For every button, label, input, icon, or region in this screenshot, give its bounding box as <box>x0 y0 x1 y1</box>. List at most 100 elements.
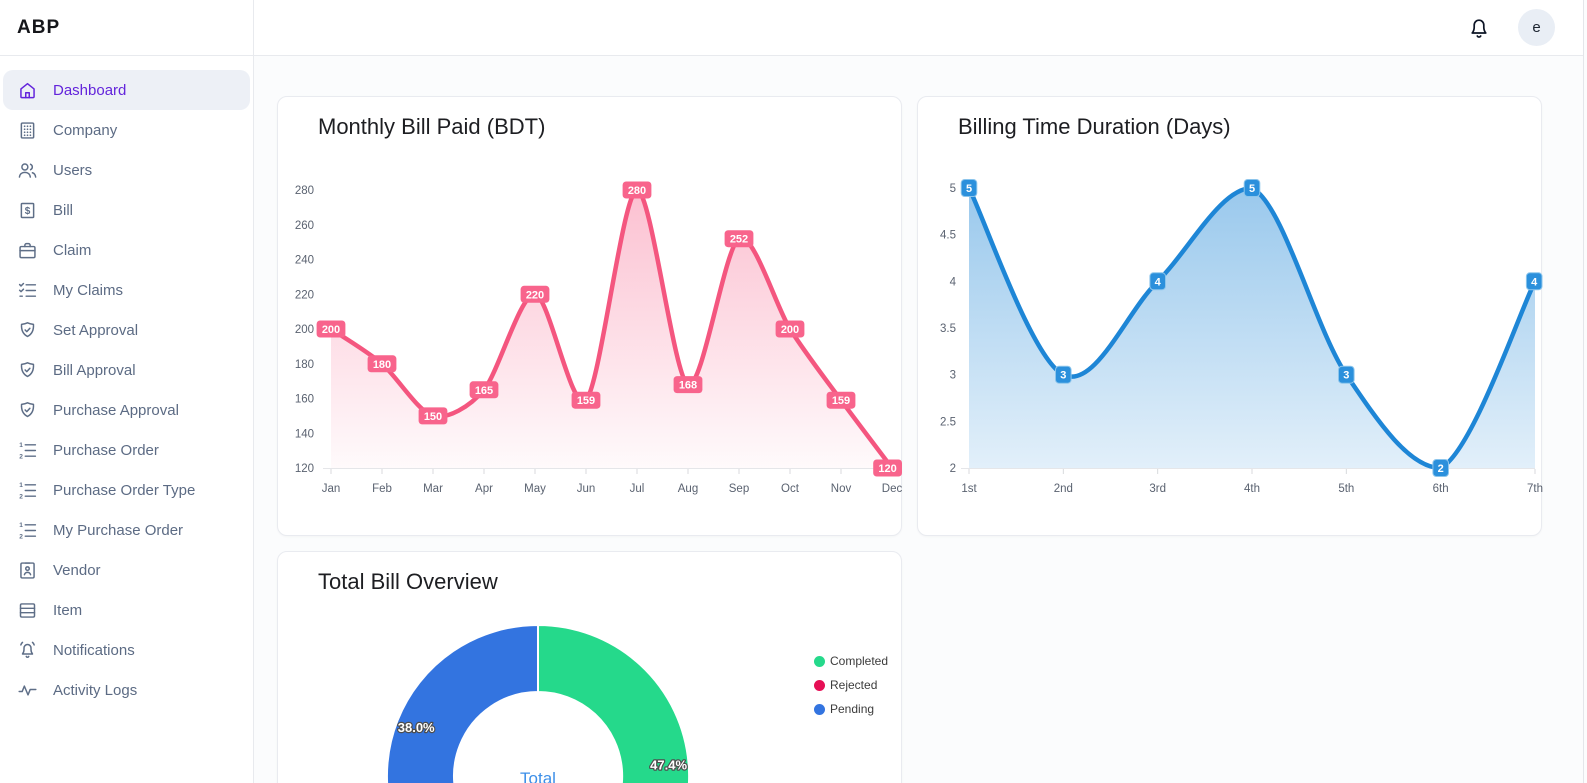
svg-text:Mar: Mar <box>423 483 443 495</box>
shield-check-icon <box>16 359 38 381</box>
card-billing-time: Billing Time Duration (Days) 22.533.544.… <box>917 96 1542 536</box>
billing-time-chart: 22.533.544.551st2nd3rd4th5th6th7th534532… <box>918 147 1543 512</box>
briefcase-icon <box>16 239 38 261</box>
sidebar-item-purchase-order-type[interactable]: 1 2 Purchase Order Type <box>3 470 250 510</box>
svg-text:Oct: Oct <box>781 483 800 495</box>
donut-legend: Completed Rejected Pending <box>814 655 888 715</box>
svg-text:252: 252 <box>730 234 748 246</box>
notifications-bell-button[interactable] <box>1466 15 1492 41</box>
sidebar-item-bill-approval[interactable]: Bill Approval <box>3 350 250 390</box>
svg-text:Jan: Jan <box>322 483 341 495</box>
sidebar-item-label: Dashboard <box>53 82 126 99</box>
sidebar-item-label: Company <box>53 122 117 139</box>
svg-text:2: 2 <box>950 463 956 475</box>
sidebar-item-label: Purchase Order Type <box>53 482 195 499</box>
svg-text:159: 159 <box>577 395 595 407</box>
bell-ring-icon <box>16 639 38 661</box>
svg-text:1: 1 <box>19 442 23 449</box>
legend-label: Rejected <box>830 678 877 692</box>
sidebar-item-bill[interactable]: $ Bill <box>3 190 250 230</box>
svg-text:260: 260 <box>295 220 314 232</box>
svg-text:Sep: Sep <box>729 483 749 495</box>
legend-label: Pending <box>830 702 874 716</box>
legend-item-completed[interactable]: Completed <box>814 655 888 667</box>
sidebar-item-purchase-approval[interactable]: Purchase Approval <box>3 390 250 430</box>
svg-text:3: 3 <box>1343 370 1349 382</box>
svg-text:Dec: Dec <box>882 483 903 495</box>
sidebar-item-label: Bill <box>53 202 73 219</box>
svg-text:220: 220 <box>295 289 314 301</box>
svg-text:168: 168 <box>679 380 697 392</box>
svg-text:Total: Total <box>520 769 556 783</box>
sidebar-item-vendor[interactable]: Vendor <box>3 550 250 590</box>
legend-item-rejected[interactable]: Rejected <box>814 679 888 691</box>
sidebar-item-my-claims[interactable]: My Claims <box>3 270 250 310</box>
total-bill-donut-chart: 47.4%38.0%Total <box>278 607 903 783</box>
svg-text:3rd: 3rd <box>1149 483 1166 495</box>
legend-dot-pending <box>814 704 825 715</box>
svg-text:$: $ <box>24 206 30 217</box>
sidebar-item-set-approval[interactable]: Set Approval <box>3 310 250 350</box>
sidebar-item-company[interactable]: Company <box>3 110 250 150</box>
svg-text:5: 5 <box>1249 183 1255 195</box>
sidebar-item-notifications[interactable]: Notifications <box>3 630 250 670</box>
svg-text:2: 2 <box>19 453 23 460</box>
svg-text:3: 3 <box>1060 370 1066 382</box>
svg-text:7th: 7th <box>1527 483 1543 495</box>
sidebar-item-label: Bill Approval <box>53 362 136 379</box>
sidebar-item-dashboard[interactable]: Dashboard <box>3 70 250 110</box>
bell-icon <box>1467 16 1491 40</box>
sidebar-item-activity-logs[interactable]: Activity Logs <box>3 670 250 710</box>
sidebar-item-purchase-order[interactable]: 12Purchase Order <box>3 430 250 470</box>
svg-text:Apr: Apr <box>475 483 493 495</box>
svg-text:180: 180 <box>295 359 314 371</box>
svg-text:200: 200 <box>781 324 799 336</box>
sidebar-item-label: Vendor <box>53 562 101 579</box>
sidebar: ABP DashboardCompanyUsers$BillClaimMy Cl… <box>0 0 254 783</box>
sidebar-item-claim[interactable]: Claim <box>3 230 250 270</box>
avatar[interactable]: e <box>1518 9 1555 46</box>
svg-text:5th: 5th <box>1338 483 1354 495</box>
svg-text:2: 2 <box>19 493 23 500</box>
monthly-bill-title: Monthly Bill Paid (BDT) <box>318 114 901 140</box>
svg-text:3: 3 <box>950 370 956 382</box>
scrollbar[interactable] <box>1583 0 1587 783</box>
svg-text:4.5: 4.5 <box>940 230 956 242</box>
svg-text:Jul: Jul <box>630 483 645 495</box>
sidebar-item-label: Purchase Order <box>53 442 159 459</box>
svg-text:Nov: Nov <box>831 483 852 495</box>
checklist-icon <box>16 279 38 301</box>
legend-label: Completed <box>830 654 888 668</box>
svg-text:4: 4 <box>1155 276 1162 288</box>
svg-text:3.5: 3.5 <box>940 323 956 335</box>
ordered-list-icon: 12 <box>16 439 38 461</box>
svg-text:2nd: 2nd <box>1054 483 1073 495</box>
svg-text:5: 5 <box>950 183 956 195</box>
users-icon <box>16 159 38 181</box>
svg-text:140: 140 <box>295 428 314 440</box>
sidebar-item-my-purchase-order[interactable]: 12My Purchase Order <box>3 510 250 550</box>
sidebar-item-item[interactable]: Item <box>3 590 250 630</box>
monthly-bill-chart: 120140160180200220240260280JanFebMarAprM… <box>278 147 903 512</box>
svg-text:280: 280 <box>295 185 314 197</box>
svg-text:200: 200 <box>295 324 314 336</box>
svg-text:May: May <box>524 483 546 495</box>
total-bill-title: Total Bill Overview <box>318 569 901 595</box>
id-badge-icon <box>16 559 38 581</box>
svg-text:120: 120 <box>878 463 896 475</box>
svg-text:200: 200 <box>322 324 340 336</box>
sidebar-item-label: Notifications <box>53 642 135 659</box>
legend-item-pending[interactable]: Pending <box>814 703 888 715</box>
svg-text:1: 1 <box>19 482 23 489</box>
rows-icon <box>16 599 38 621</box>
sidebar-item-label: Purchase Approval <box>53 402 179 419</box>
topbar: e <box>254 0 1587 56</box>
svg-text:2: 2 <box>19 533 23 540</box>
svg-text:1st: 1st <box>961 483 977 495</box>
svg-text:160: 160 <box>295 394 314 406</box>
shield-check-icon <box>16 399 38 421</box>
shield-check-icon <box>16 319 38 341</box>
sidebar-item-label: Claim <box>53 242 91 259</box>
sidebar-item-users[interactable]: Users <box>3 150 250 190</box>
svg-text:Jun: Jun <box>577 483 596 495</box>
